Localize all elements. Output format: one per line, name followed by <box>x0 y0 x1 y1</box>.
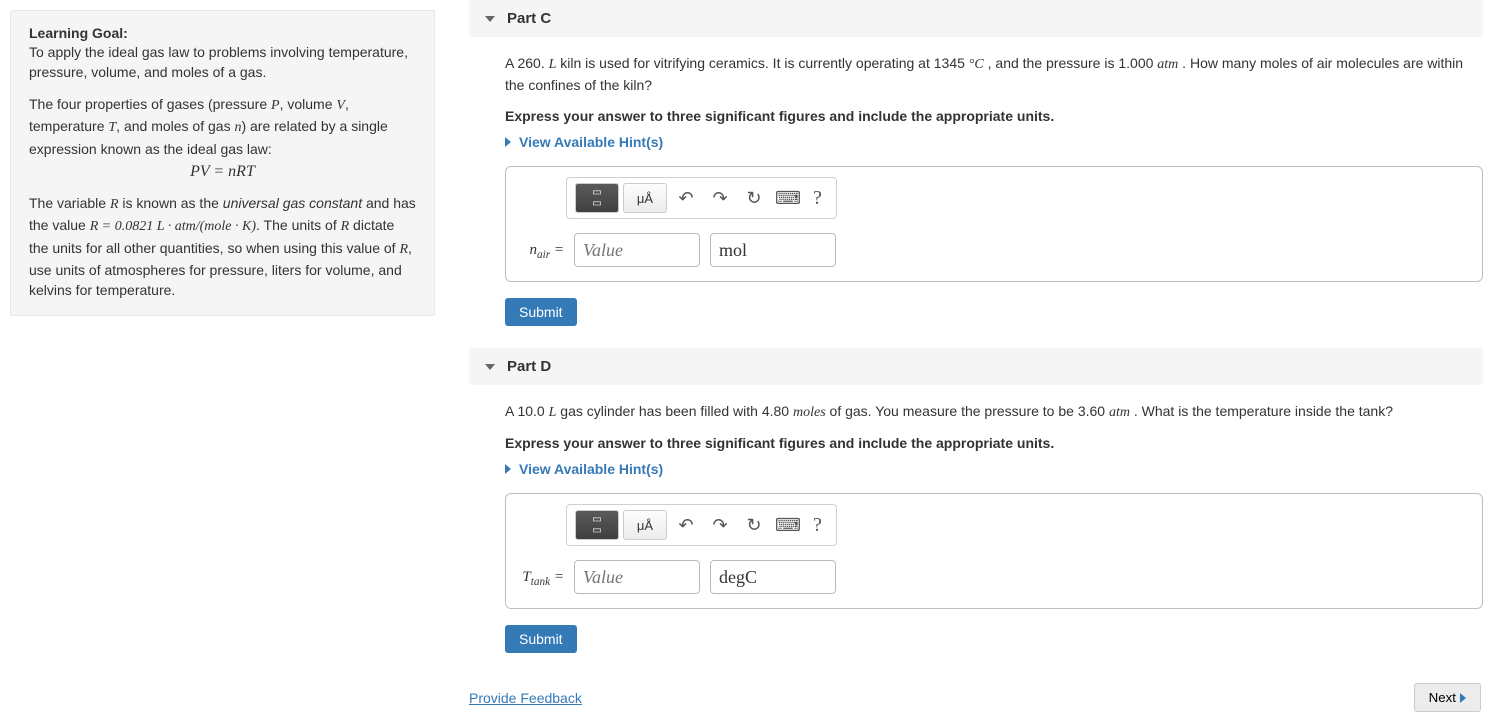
part-c-instruction: Express your answer to three significant… <box>505 108 1483 124</box>
part-c-question: A 260. L kiln is used for vitrifying cer… <box>505 53 1483 96</box>
undo-icon[interactable]: ↶ <box>671 183 701 213</box>
collapse-caret-icon[interactable] <box>485 364 495 370</box>
part-c-header[interactable]: Part C <box>469 0 1483 37</box>
next-button[interactable]: Next <box>1414 683 1481 712</box>
part-c-hints-toggle[interactable]: View Available Hint(s) <box>505 134 1483 150</box>
part-d-input-row: Ttank = degC <box>516 556 1472 598</box>
goal-text-1: To apply the ideal gas law to problems i… <box>29 43 416 82</box>
variable-label: Ttank = <box>522 569 564 586</box>
hints-label: View Available Hint(s) <box>519 134 663 150</box>
units-button[interactable]: μÅ <box>623 183 667 213</box>
redo-icon[interactable]: ↷ <box>705 183 735 213</box>
goal-title: Learning Goal: <box>29 25 416 41</box>
template-button[interactable]: ▭▭ <box>575 183 619 213</box>
keyboard-icon[interactable]: ⌨ <box>773 183 803 213</box>
next-label: Next <box>1429 690 1456 705</box>
hints-caret-icon <box>505 464 511 474</box>
part-d-header[interactable]: Part D <box>469 348 1483 385</box>
unit-input[interactable]: degC <box>710 560 836 594</box>
answer-toolbar: ▭▭ μÅ ↶ ↷ ↻ ⌨ ? <box>566 177 837 219</box>
reset-icon[interactable]: ↻ <box>739 183 769 213</box>
help-icon[interactable]: ? <box>807 514 828 537</box>
goal-box: Learning Goal: To apply the ideal gas la… <box>10 10 435 316</box>
main-content: Part C A 260. L kiln is used for vitrify… <box>445 0 1487 712</box>
part-c-input-row: nair = mol <box>516 229 1472 271</box>
part-c-title: Part C <box>507 10 551 27</box>
answer-toolbar: ▭▭ μÅ ↶ ↷ ↻ ⌨ ? <box>566 504 837 546</box>
part-c-answer-box: ▭▭ μÅ ↶ ↷ ↻ ⌨ ? nair = mol <box>505 166 1483 282</box>
part-d-hints-toggle[interactable]: View Available Hint(s) <box>505 461 1483 477</box>
keyboard-icon[interactable]: ⌨ <box>773 510 803 540</box>
part-d-instruction: Express your answer to three significant… <box>505 435 1483 451</box>
undo-icon[interactable]: ↶ <box>671 510 701 540</box>
reset-icon[interactable]: ↻ <box>739 510 769 540</box>
template-button[interactable]: ▭▭ <box>575 510 619 540</box>
ideal-gas-formula: PV = nRT <box>29 163 416 181</box>
part-d-question: A 10.0 L gas cylinder has been filled wi… <box>505 401 1483 423</box>
provide-feedback-link[interactable]: Provide Feedback <box>469 690 582 706</box>
part-d-submit-button[interactable]: Submit <box>505 625 577 653</box>
value-input[interactable] <box>574 233 700 267</box>
help-icon[interactable]: ? <box>807 187 828 210</box>
hints-caret-icon <box>505 137 511 147</box>
units-button[interactable]: μÅ <box>623 510 667 540</box>
part-c-submit-button[interactable]: Submit <box>505 298 577 326</box>
collapse-caret-icon[interactable] <box>485 16 495 22</box>
redo-icon[interactable]: ↷ <box>705 510 735 540</box>
goal-text-3: The variable R is known as the universal… <box>29 193 416 300</box>
footer: Provide Feedback Next <box>469 675 1483 712</box>
chevron-right-icon <box>1460 693 1466 703</box>
learning-goal-panel: Learning Goal: To apply the ideal gas la… <box>0 0 445 712</box>
variable-label: nair = <box>522 242 564 259</box>
unit-input[interactable]: mol <box>710 233 836 267</box>
part-d-answer-box: ▭▭ μÅ ↶ ↷ ↻ ⌨ ? Ttank = degC <box>505 493 1483 609</box>
value-input[interactable] <box>574 560 700 594</box>
hints-label: View Available Hint(s) <box>519 461 663 477</box>
goal-text-2: The four properties of gases (pressure P… <box>29 94 416 159</box>
part-d-title: Part D <box>507 358 551 375</box>
